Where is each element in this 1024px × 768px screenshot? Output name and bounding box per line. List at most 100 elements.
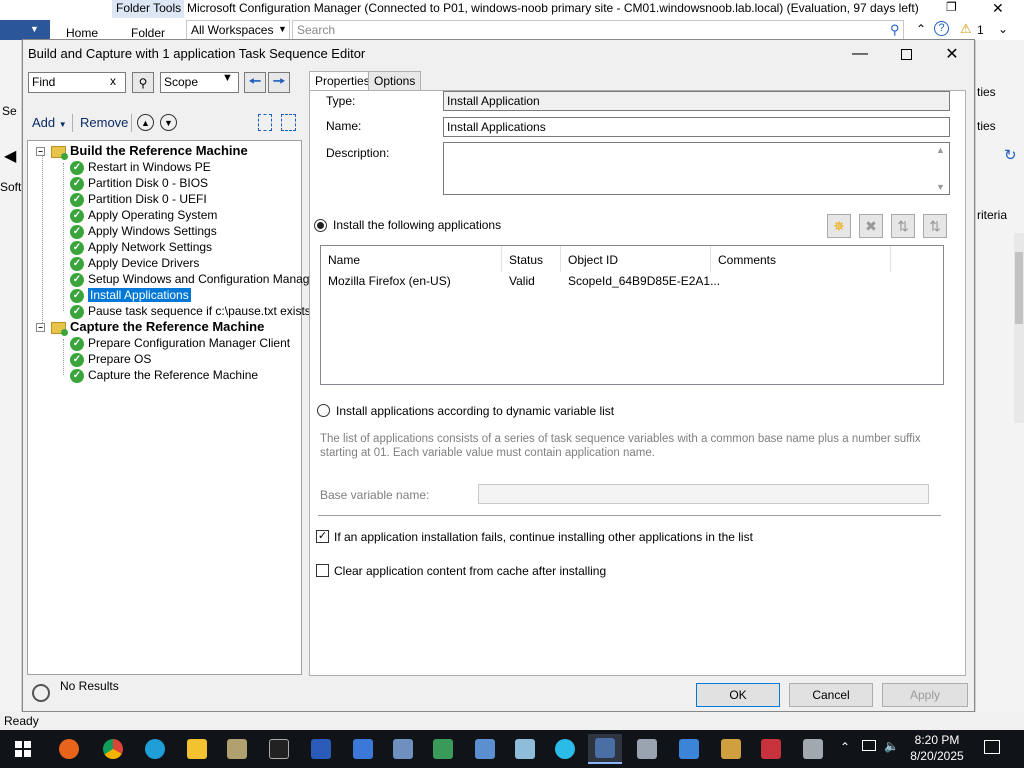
delete-application-button[interactable]: ✖ [859,214,883,238]
console-search-input[interactable]: Search [292,20,904,40]
folder-tools-tab[interactable]: Folder Tools [112,0,184,18]
move-application-down-button[interactable]: ⇅ [923,214,947,238]
close-console-icon[interactable]: ✕ [992,0,1004,17]
taskbar-explorer[interactable] [180,734,214,764]
minimize-button[interactable]: — [838,42,882,66]
move-application-up-button[interactable]: ⇅ [891,214,915,238]
base-variable-field[interactable] [478,484,929,504]
tree-item[interactable]: ✓ Apply Network Settings [70,239,212,255]
taskbar-powershell[interactable] [304,734,338,764]
install-following-label[interactable]: Install the following applications [333,218,501,232]
table-row-name[interactable]: Mozilla Firefox (en-US) [328,274,451,288]
name-field[interactable]: Install Applications [443,117,950,137]
ungroup-icon[interactable] [281,114,296,131]
back-arrow-icon[interactable]: ◀ [4,146,16,166]
task-sequence-tree[interactable]: − Build the Reference Machine ✓ Restart in… [27,140,320,675]
collapse-icon[interactable]: − [36,147,45,157]
applications-list[interactable]: Name Status Object ID Comments Mozilla F… [320,245,944,385]
description-field[interactable]: ▲ ▼ [443,142,950,195]
move-up-button[interactable]: ▲ [137,114,154,131]
restore-icon[interactable]: ❐ [946,0,957,14]
file-menu-button[interactable] [0,20,50,40]
taskbar-chrome[interactable] [96,734,130,764]
tab-options[interactable]: Options [368,71,422,90]
network-icon[interactable] [862,740,876,751]
column-header-comments[interactable]: Comments [711,246,891,272]
next-match-button[interactable]: 🠖 [268,72,290,93]
search-icon[interactable]: ⚲ [890,22,900,38]
tree-item-selected[interactable]: ✓ Install Applications [70,287,191,303]
refresh-icon[interactable]: ↻ [1004,146,1017,164]
tree-item[interactable]: ✓ Apply Device Drivers [70,255,199,271]
ok-button[interactable]: OK [696,683,780,707]
taskbar-app-5[interactable] [630,734,664,764]
description-scrollbar[interactable]: ▲ ▼ [933,143,949,194]
tree-item[interactable]: ✓ Restart in Windows PE [70,159,211,175]
tray-chevron-icon[interactable]: ⌃ [840,740,850,754]
tab-folder[interactable]: Folder [131,26,165,40]
scroll-down-icon[interactable]: ▼ [936,182,945,192]
taskbar-app-3[interactable] [508,734,542,764]
taskbar-app-2[interactable] [468,734,502,764]
start-button[interactable] [6,734,40,764]
taskbar-app-9[interactable] [796,734,830,764]
tree-item[interactable]: ✓ Apply Operating System [70,207,217,223]
chevron-up-icon[interactable]: ⌃ [916,22,926,36]
close-dialog-button[interactable]: ✕ [930,42,974,66]
bell-icon[interactable]: ⚠ [960,21,972,37]
chevron-down-icon[interactable]: ⌄ [998,22,1008,36]
continue-on-failure-checkbox[interactable]: ✓ [316,530,329,543]
install-following-radio[interactable] [314,219,327,232]
taskbar-app-1[interactable] [426,734,460,764]
taskbar-app-8[interactable] [754,734,788,764]
dynamic-variable-label[interactable]: Install applications according to dynami… [336,404,614,418]
scroll-up-icon[interactable]: ▲ [936,145,945,155]
maximize-button[interactable] [884,42,928,66]
new-application-button[interactable]: ✵ [827,214,851,238]
tab-properties[interactable]: Properties [309,71,376,91]
taskbar-app-6[interactable] [672,734,706,764]
table-row-status[interactable]: Valid [509,274,535,288]
column-header-status[interactable]: Status [502,246,561,272]
continue-on-failure-label[interactable]: If an application installation fails, co… [334,530,753,544]
tree-item[interactable]: ✓ Apply Windows Settings [70,223,217,239]
collapse-icon[interactable]: − [36,323,45,333]
move-down-button[interactable]: ▼ [160,114,177,131]
volume-icon[interactable]: 🔈 [884,739,899,753]
remove-button[interactable]: Remove [80,115,128,130]
column-header-object-id[interactable]: Object ID [561,246,711,272]
taskbar-tools[interactable] [220,734,254,764]
group-icon[interactable] [258,114,272,131]
console-scroll-thumb[interactable] [1015,252,1023,324]
tree-item[interactable]: ✓ Prepare OS [70,351,151,367]
taskbar-cmd[interactable] [262,734,296,764]
clear-find-button[interactable]: x [110,74,116,88]
apply-button[interactable]: Apply [882,683,968,707]
criteria-label[interactable]: riteria [977,208,1007,222]
clock[interactable]: 8:20 PM 8/20/2025 [900,732,974,764]
column-header-name[interactable]: Name [321,246,502,272]
taskbar-server-manager[interactable] [386,734,420,764]
find-button[interactable]: ⚲ [132,72,154,93]
dynamic-variable-radio[interactable] [317,404,330,417]
tree-item[interactable]: ✓ Partition Disk 0 - BIOS [70,175,208,191]
clear-cache-label[interactable]: Clear application content from cache aft… [334,564,606,578]
taskbar-app-7[interactable] [714,734,748,764]
taskbar-config-manager[interactable] [588,734,622,764]
cancel-button[interactable]: Cancel [789,683,873,707]
help-icon[interactable]: ? [934,21,949,36]
tree-group-capture[interactable]: − Capture the Reference Machine [36,319,264,336]
taskbar-firefox[interactable] [52,734,86,764]
table-row-object-id[interactable]: ScopeId_64B9D85E-E2A1... [568,274,720,288]
clear-cache-checkbox[interactable] [316,564,329,577]
taskbar-app-4[interactable] [548,734,582,764]
taskbar-edge[interactable] [138,734,172,764]
add-menu-button[interactable]: Add ▼ [32,115,67,130]
tree-item[interactable]: ✓ Partition Disk 0 - UEFI [70,191,207,207]
notifications-icon[interactable] [984,740,1000,754]
tree-item[interactable]: ✓ Pause task sequence if c:\pause.txt exi… [70,303,311,319]
tree-group-build[interactable]: − Build the Reference Machine [36,143,248,160]
workspace-select[interactable]: All Workspaces [186,20,290,40]
tree-item[interactable]: ✓ Prepare Configuration Manager Client [70,335,290,351]
taskbar-powershell-ise[interactable] [346,734,380,764]
